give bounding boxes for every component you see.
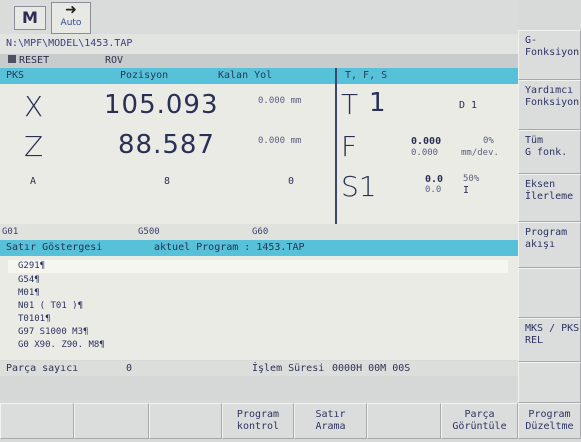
- arrow-right-icon: ➜: [65, 2, 77, 18]
- pozisyon-label: Pozisyon: [120, 70, 169, 81]
- softkey-h6[interactable]: [367, 403, 441, 439]
- position-header: PKS Pozisyon Kalan Yol: [0, 68, 335, 84]
- kalan-yol-label: Kalan Yol: [218, 70, 273, 81]
- tool-offset: D 1: [459, 100, 478, 111]
- reset-label: RESET: [19, 55, 50, 66]
- process-time-label: İşlem Süresi: [252, 363, 325, 374]
- spindle-override: 50%: [463, 174, 480, 184]
- feed-letter: F: [341, 130, 358, 163]
- axis-x-remaining: 0.000 mm: [258, 96, 302, 106]
- axis-a-name: A: [30, 176, 37, 187]
- softkey-h2[interactable]: [74, 403, 149, 439]
- mks-pks-rel-button[interactable]: MKS / PKS REL: [518, 318, 581, 362]
- axis-z-position: 88.587: [118, 130, 215, 160]
- program-flow-button[interactable]: Program akışı: [518, 222, 581, 268]
- pks-label: PKS: [6, 70, 25, 81]
- program-listing[interactable]: G291¶ G54¶ M01¶ N01 ( T01 )¶ T0101¶ G97 …: [0, 256, 518, 360]
- tool-number: 1: [369, 88, 387, 118]
- program-header: Satır Göstergesi aktuel Program : 1453.T…: [0, 240, 518, 256]
- gcode-3: G60: [252, 227, 269, 237]
- position-panel: X 105.093 0.000 mm Z 88.587 0.000 mm A 8…: [0, 84, 335, 224]
- auto-label: Auto: [60, 18, 82, 28]
- gcode-2: G500: [138, 227, 160, 237]
- program-line[interactable]: T0101¶: [18, 313, 51, 326]
- axis-feed-button[interactable]: Eksen İlerleme: [518, 174, 581, 222]
- axis-x-position: 105.093: [104, 90, 219, 120]
- program-edit-button[interactable]: Program Düzeltme: [518, 403, 581, 439]
- program-line[interactable]: N01 ( T01 )¶: [18, 300, 83, 313]
- auto-mode-icon[interactable]: ➜ Auto: [51, 2, 91, 34]
- active-program-label: aktuel Program : 1453.TAP: [154, 242, 305, 253]
- top-bar: M ➜ Auto: [0, 0, 518, 34]
- feed-unit: mm/dev.: [461, 148, 499, 158]
- counter-row: Parça sayıcı 0 İşlem Süresi 0000H 00M 00…: [0, 361, 518, 376]
- vertical-softkeys: G- Fonksiyon Yardımcı Fonksiyon Tüm G fo…: [518, 0, 581, 403]
- feed-override: 0%: [483, 136, 494, 146]
- axis-z-name: Z: [24, 130, 44, 163]
- horizontal-softkeys: Program kontrol Satır Arama Parça Görünt…: [0, 403, 581, 442]
- auxiliary-function-button[interactable]: Yardımcı Fonksiyon: [518, 80, 581, 130]
- axis-a-position: 8: [164, 176, 171, 187]
- part-counter-value: 0: [126, 363, 133, 374]
- softkey-v6[interactable]: [518, 268, 581, 318]
- program-control-button[interactable]: Program kontrol: [222, 403, 294, 439]
- tfs-panel: T 1 D 1 F 0.000 0.000 0% mm/dev. S1 0.0 …: [337, 84, 518, 224]
- program-line[interactable]: G54¶: [18, 274, 40, 287]
- tool-letter: T: [341, 88, 359, 121]
- axis-x-name: X: [24, 90, 44, 123]
- line-search-button[interactable]: Satır Arama: [294, 403, 367, 439]
- spindle-direction: I: [463, 185, 470, 196]
- axis-z-remaining: 0.000 mm: [258, 136, 302, 146]
- gcode-1: G01: [2, 227, 19, 237]
- softkey-h1[interactable]: [0, 403, 74, 439]
- status-square-icon: [8, 55, 16, 63]
- spindle-label: S1: [341, 170, 377, 203]
- softkey-h3[interactable]: [149, 403, 222, 439]
- message-line: [0, 376, 518, 400]
- part-view-button[interactable]: Parça Görüntüle: [441, 403, 518, 439]
- spindle-value: 0.0: [425, 174, 444, 185]
- program-line[interactable]: M01¶: [18, 287, 40, 300]
- g-function-button[interactable]: G- Fonksiyon: [518, 30, 581, 80]
- reset-status: RESET: [8, 54, 49, 68]
- program-line[interactable]: G97 S1000 M3¶: [18, 326, 88, 339]
- softkey-v8[interactable]: [518, 362, 581, 403]
- program-path: N:\MPF\MODEL\1453.TAP: [0, 34, 518, 54]
- program-line-current[interactable]: G291¶: [8, 260, 508, 273]
- tfs-label: T, F, S: [345, 70, 388, 81]
- feed-value-2: 0.000: [411, 148, 439, 158]
- axis-a-remaining: 0: [288, 176, 295, 187]
- program-line[interactable]: G0 X90. Z90. M8¶: [18, 339, 105, 352]
- line-display-label: Satır Göstergesi: [6, 242, 103, 253]
- process-time-value: 0000H 00M 00S: [332, 363, 411, 374]
- spindle-value-2: 0.0: [425, 185, 442, 195]
- rov-status: ROV: [105, 55, 124, 66]
- cnc-screen: M ➜ Auto N:\MPF\MODEL\1453.TAP RESET ROV…: [0, 0, 581, 442]
- tfs-header: T, F, S: [337, 68, 518, 84]
- active-gcodes: G01 G500 G60: [0, 224, 518, 240]
- part-counter-label: Parça sayıcı: [6, 363, 79, 374]
- all-g-functions-button[interactable]: Tüm G fonk.: [518, 130, 581, 174]
- feed-value: 0.000: [411, 136, 442, 147]
- status-row: RESET ROV: [0, 54, 518, 68]
- machine-mode-icon[interactable]: M: [14, 6, 46, 30]
